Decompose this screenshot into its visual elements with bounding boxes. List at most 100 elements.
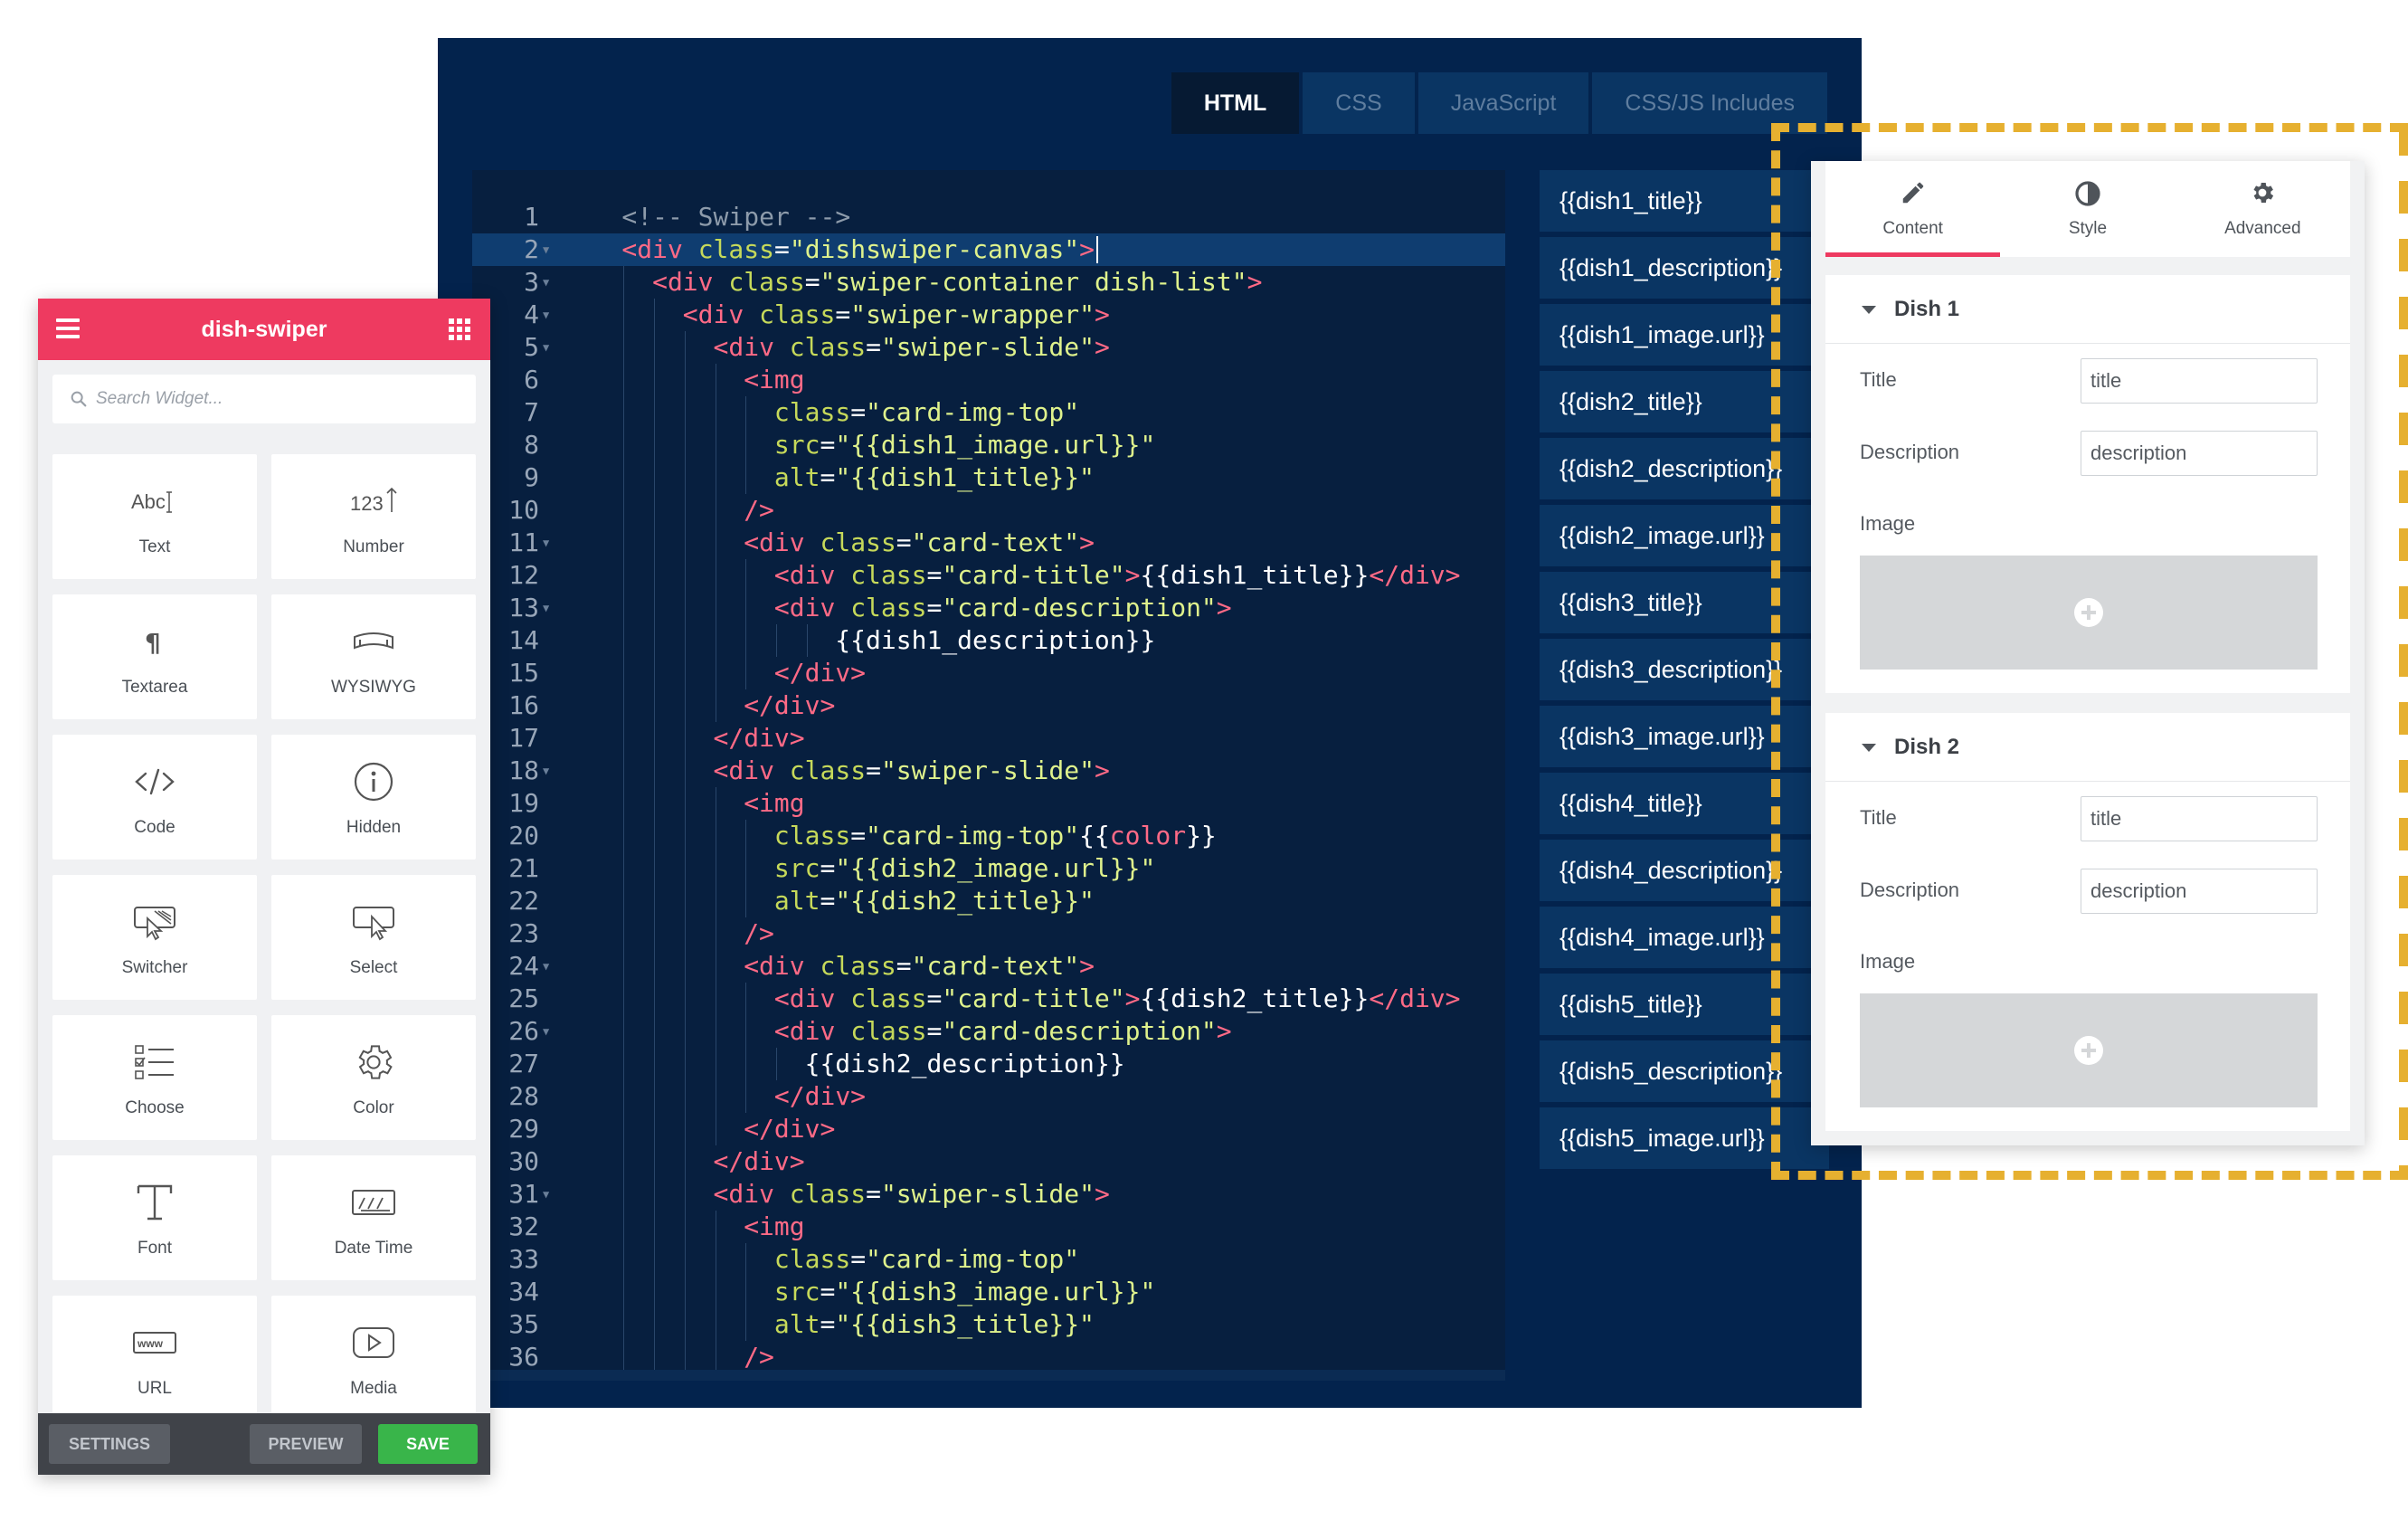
- code-line[interactable]: 7 class="card-img-top": [472, 396, 1505, 429]
- code-line[interactable]: 33 class="card-img-top": [472, 1243, 1505, 1276]
- code-line[interactable]: 11 ▼ <div class="card-text">: [472, 527, 1505, 559]
- code-line[interactable]: 2 ▼ <div class="dishswiper-canvas">: [472, 233, 1505, 266]
- tab-style[interactable]: Style: [2000, 161, 2175, 257]
- template-token[interactable]: {{dish3_description}}: [1540, 639, 1829, 700]
- tab-content[interactable]: Content: [1825, 161, 2001, 257]
- code-line[interactable]: 29 </div>: [472, 1113, 1505, 1145]
- template-token[interactable]: {{dish3_image.url}}: [1540, 706, 1829, 767]
- grid-apps-icon[interactable]: [449, 318, 470, 340]
- code-line[interactable]: 10/>: [472, 494, 1505, 527]
- code-line[interactable]: 16 </div>: [472, 689, 1505, 722]
- code-line[interactable]: 34 src="{{dish3_image.url}}": [472, 1276, 1505, 1308]
- code-line[interactable]: 31 ▼ <div class="swiper-slide">: [472, 1178, 1505, 1211]
- widget-switcher[interactable]: Switcher: [52, 875, 257, 1000]
- code-line[interactable]: 28 </div>: [472, 1080, 1505, 1113]
- code-line[interactable]: 32 <img: [472, 1211, 1505, 1243]
- template-token[interactable]: {{dish3_title}}: [1540, 572, 1829, 633]
- section-dish-1-header[interactable]: Dish 1: [1825, 275, 2350, 344]
- code-line[interactable]: 4 ▼ <div class="swiper-wrapper">: [472, 299, 1505, 331]
- settings-button[interactable]: SETTINGS: [49, 1424, 170, 1464]
- code-token: =: [866, 755, 881, 785]
- code-line[interactable]: 3 ▼ <div class="swiper-container dish-list…: [472, 266, 1505, 299]
- template-token[interactable]: {{dish4_image.url}}: [1540, 907, 1829, 968]
- code-line[interactable]: 36/>: [472, 1341, 1505, 1373]
- dish-1-description-input[interactable]: description: [2081, 431, 2318, 476]
- code-line[interactable]: 5 ▼ <div class="swiper-slide">: [472, 331, 1505, 364]
- fold-arrow-icon[interactable]: ▼: [543, 331, 549, 364]
- html-code-panel[interactable]: 1 <!-- Swiper --> 2 ▼ <div class="dishswiper…: [472, 170, 1505, 1381]
- code-line[interactable]: 9 alt="{{dish1_title}}": [472, 461, 1505, 494]
- code-line[interactable]: 26 ▼ <div class="card-description">: [472, 1015, 1505, 1048]
- code-line[interactable]: 13 ▼ <div class="card-description">: [472, 592, 1505, 624]
- widget-label: Number: [343, 537, 404, 556]
- horizontal-scrollbar[interactable]: [472, 1370, 1505, 1381]
- code-line[interactable]: 17 </div>: [472, 722, 1505, 755]
- code-line[interactable]: 21 src="{{dish2_image.url}}": [472, 852, 1505, 885]
- fold-arrow-icon[interactable]: ▼: [543, 299, 549, 331]
- tab-css-js-includes[interactable]: CSS/JS Includes: [1592, 72, 1827, 134]
- template-token[interactable]: {{dish1_image.url}}: [1540, 304, 1829, 366]
- dish-2-image-upload[interactable]: [1860, 993, 2318, 1107]
- code-line[interactable]: 20 class="card-img-top"{{color}}: [472, 820, 1505, 852]
- template-token[interactable]: {{dish2_image.url}}: [1540, 505, 1829, 566]
- template-token[interactable]: {{dish5_title}}: [1540, 974, 1829, 1035]
- code-line[interactable]: 22 alt="{{dish2_title}}": [472, 885, 1505, 917]
- fold-arrow-icon[interactable]: ▼: [543, 755, 549, 787]
- fold-arrow-icon[interactable]: ▼: [543, 527, 549, 559]
- widget-color[interactable]: Color: [271, 1015, 476, 1140]
- code-line[interactable]: 8 src="{{dish1_image.url}}": [472, 429, 1505, 461]
- template-token[interactable]: {{dish4_description}}: [1540, 840, 1829, 901]
- template-token[interactable]: {{dish2_description}}: [1540, 438, 1829, 499]
- code-line[interactable]: 6 <img: [472, 364, 1505, 396]
- code-line[interactable]: 14 {{dish1_description}}: [472, 624, 1505, 657]
- tab-html[interactable]: HTML: [1171, 72, 1300, 134]
- tab-javascript[interactable]: JavaScript: [1417, 72, 1589, 134]
- widget-textarea[interactable]: ¶ Textarea: [52, 594, 257, 719]
- fold-arrow-icon[interactable]: ▼: [543, 1178, 549, 1211]
- preview-button[interactable]: PREVIEW: [250, 1424, 362, 1464]
- code-line[interactable]: 27 {{dish2_description}}: [472, 1048, 1505, 1080]
- fold-arrow-icon[interactable]: ▼: [543, 1015, 549, 1048]
- template-token[interactable]: {{dish5_image.url}}: [1540, 1107, 1829, 1169]
- widget-choose[interactable]: Choose: [52, 1015, 257, 1140]
- widget-hidden[interactable]: Hidden: [271, 735, 476, 860]
- template-token[interactable]: {{dish1_description}}: [1540, 237, 1829, 299]
- code-line[interactable]: 30 </div>: [472, 1145, 1505, 1178]
- section-dish-2-header[interactable]: Dish 2: [1825, 713, 2350, 782]
- tab-css[interactable]: CSS: [1303, 72, 1415, 134]
- search-widget-input[interactable]: Search Widget...: [52, 375, 476, 423]
- template-token[interactable]: {{dish5_description}}: [1540, 1040, 1829, 1102]
- tab-advanced[interactable]: Advanced: [2176, 161, 2350, 257]
- widget-select[interactable]: Select: [271, 875, 476, 1000]
- widget-number[interactable]: 123 Number: [271, 454, 476, 579]
- template-token[interactable]: {{dish1_title}}: [1540, 170, 1829, 232]
- code-line[interactable]: 19 <img: [472, 787, 1505, 820]
- fold-arrow-icon[interactable]: ▼: [543, 233, 549, 266]
- dish-2-description-input[interactable]: description: [2081, 869, 2318, 914]
- widget-font[interactable]: Font: [52, 1155, 257, 1280]
- widget-date-time[interactable]: Date Time: [271, 1155, 476, 1280]
- widget-url[interactable]: www URL: [52, 1296, 257, 1420]
- fold-arrow-icon[interactable]: ▼: [543, 592, 549, 624]
- template-token[interactable]: {{dish2_title}}: [1540, 371, 1829, 432]
- dish-1-image-upload[interactable]: [1860, 556, 2318, 670]
- widget-code[interactable]: Code: [52, 735, 257, 860]
- code-line[interactable]: 24 ▼ <div class="card-text">: [472, 950, 1505, 983]
- code-line[interactable]: 12 <div class="card-title">{{dish1_title}…: [472, 559, 1505, 592]
- dish-2-title-input[interactable]: title: [2081, 796, 2318, 841]
- widget-media[interactable]: Media: [271, 1296, 476, 1420]
- template-token[interactable]: {{dish4_title}}: [1540, 773, 1829, 834]
- save-button[interactable]: SAVE: [378, 1424, 478, 1464]
- code-line[interactable]: 15 </div>: [472, 657, 1505, 689]
- code-line[interactable]: 35 alt="{{dish3_title}}": [472, 1308, 1505, 1341]
- widget-wysiwyg[interactable]: WYSIWYG: [271, 594, 476, 719]
- code-line[interactable]: 23/>: [472, 917, 1505, 950]
- widget-text[interactable]: Abc Text: [52, 454, 257, 579]
- code-line[interactable]: 1 <!-- Swiper -->: [472, 201, 1505, 233]
- code-line[interactable]: 18 ▼ <div class="swiper-slide">: [472, 755, 1505, 787]
- fold-arrow-icon[interactable]: ▼: [543, 950, 549, 983]
- indent-guide: [684, 1243, 686, 1276]
- dish-1-title-input[interactable]: title: [2081, 358, 2318, 404]
- fold-arrow-icon[interactable]: ▼: [543, 266, 549, 299]
- code-line[interactable]: 25 <div class="card-title">{{dish2_title}…: [472, 983, 1505, 1015]
